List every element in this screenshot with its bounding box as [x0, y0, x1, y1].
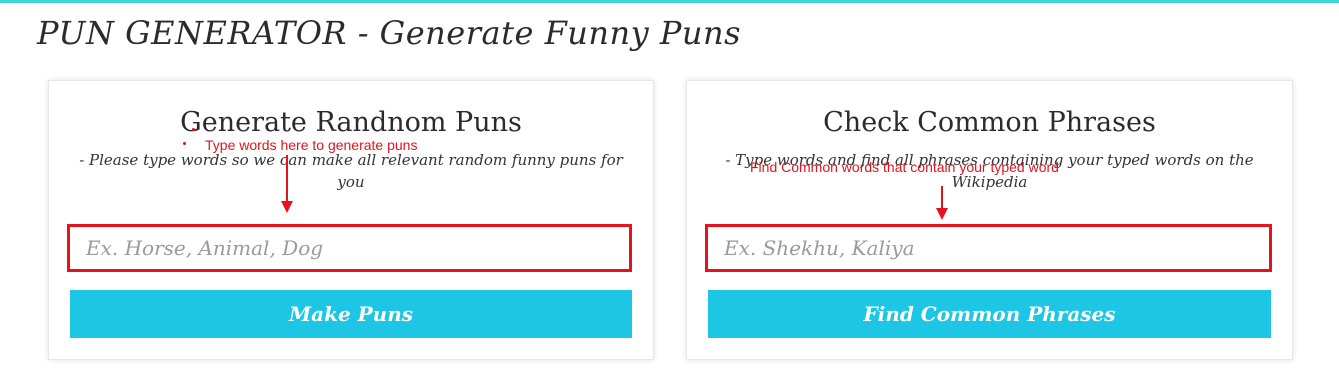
random-puns-card: Generate Randnom Puns - Please type word… [48, 80, 654, 360]
random-puns-title: Generate Randnom Puns [180, 107, 522, 138]
common-phrases-title: Check Common Phrases [823, 107, 1156, 138]
pun-words-input[interactable] [70, 227, 629, 269]
common-phrases-card: Check Common Phrases - Type words and fi… [686, 80, 1293, 360]
phrase-input-arrow-icon [936, 186, 948, 220]
make-puns-button[interactable]: Make Puns [70, 290, 632, 338]
phrase-words-input-box [705, 224, 1272, 272]
find-common-phrases-button[interactable]: Find Common Phrases [708, 290, 1271, 338]
phrase-input-annotation: Find Common words that contain your type… [750, 159, 1059, 175]
pun-words-input-box [67, 224, 632, 272]
pun-input-arrow-icon [281, 155, 293, 213]
random-puns-description: - Please type words so we can make all r… [79, 151, 623, 191]
page-title: PUN GENERATOR - Generate Funny Puns [37, 14, 742, 52]
pun-input-annotation: Type words here to generate puns [205, 137, 418, 153]
top-accent-bar [0, 0, 1339, 3]
phrase-words-input[interactable] [708, 227, 1269, 269]
annotation-dot [183, 142, 186, 145]
annotation-dot [192, 128, 195, 131]
